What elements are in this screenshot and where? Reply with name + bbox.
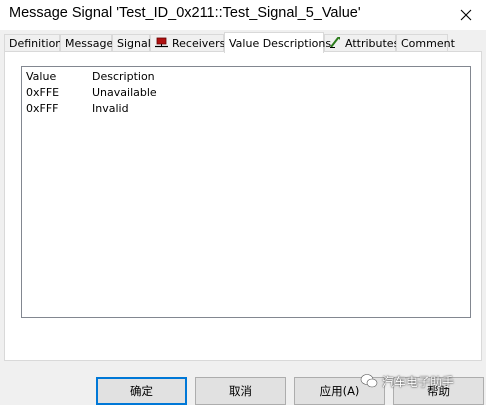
tab-receivers[interactable]: Receivers [150, 34, 226, 52]
tab-value-descriptions[interactable]: Value Descriptions [224, 32, 331, 53]
tab-label: Definition [9, 37, 63, 50]
close-button[interactable] [446, 0, 486, 30]
value-cell: 0xFFE [26, 86, 60, 99]
apply-button[interactable]: 应用(A) [294, 377, 385, 405]
button-bar: 确定 取消 应用(A) 帮助 [0, 365, 486, 405]
tab-comment[interactable]: Comment [396, 34, 455, 52]
ok-button[interactable]: 确定 [96, 377, 187, 405]
tab-signal[interactable]: Signal [112, 34, 151, 52]
value-cell: 0xFFF [26, 102, 59, 115]
list-item[interactable]: 0xFFF Invalid [22, 101, 470, 117]
tab-label: Attributes [345, 37, 400, 50]
column-header-value[interactable]: Value [26, 70, 56, 83]
tab-label: Value Descriptions [229, 36, 332, 50]
tab-label: Receivers [172, 37, 226, 50]
tab-message[interactable]: Message [60, 34, 114, 52]
tab-label: Signal [117, 37, 151, 50]
close-icon [460, 9, 472, 21]
cancel-button[interactable]: 取消 [195, 377, 286, 405]
tab-label: Comment [401, 37, 455, 50]
title-bar: Message Signal 'Test_ID_0x211::Test_Sign… [0, 0, 486, 30]
list-header: Value Description [22, 69, 470, 85]
value-description-list[interactable]: Value Description 0xFFE Unavailable 0xFF… [21, 66, 471, 318]
ecu-node-icon [155, 37, 168, 51]
column-header-description[interactable]: Description [92, 70, 155, 83]
list-item[interactable]: 0xFFE Unavailable [22, 85, 470, 101]
tab-definition[interactable]: Definition [4, 34, 63, 52]
description-cell: Invalid [92, 102, 129, 115]
tab-label: Message [65, 37, 114, 50]
window-title: Message Signal 'Test_ID_0x211::Test_Sign… [9, 5, 361, 21]
description-cell: Unavailable [92, 86, 157, 99]
value-descriptions-panel: Value Description 0xFFE Unavailable 0xFF… [4, 51, 482, 361]
tab-strip: Definition Message Signal Receivers Valu… [4, 32, 482, 53]
tab-attributes[interactable]: Attributes [324, 34, 400, 52]
help-button[interactable]: 帮助 [393, 377, 484, 405]
